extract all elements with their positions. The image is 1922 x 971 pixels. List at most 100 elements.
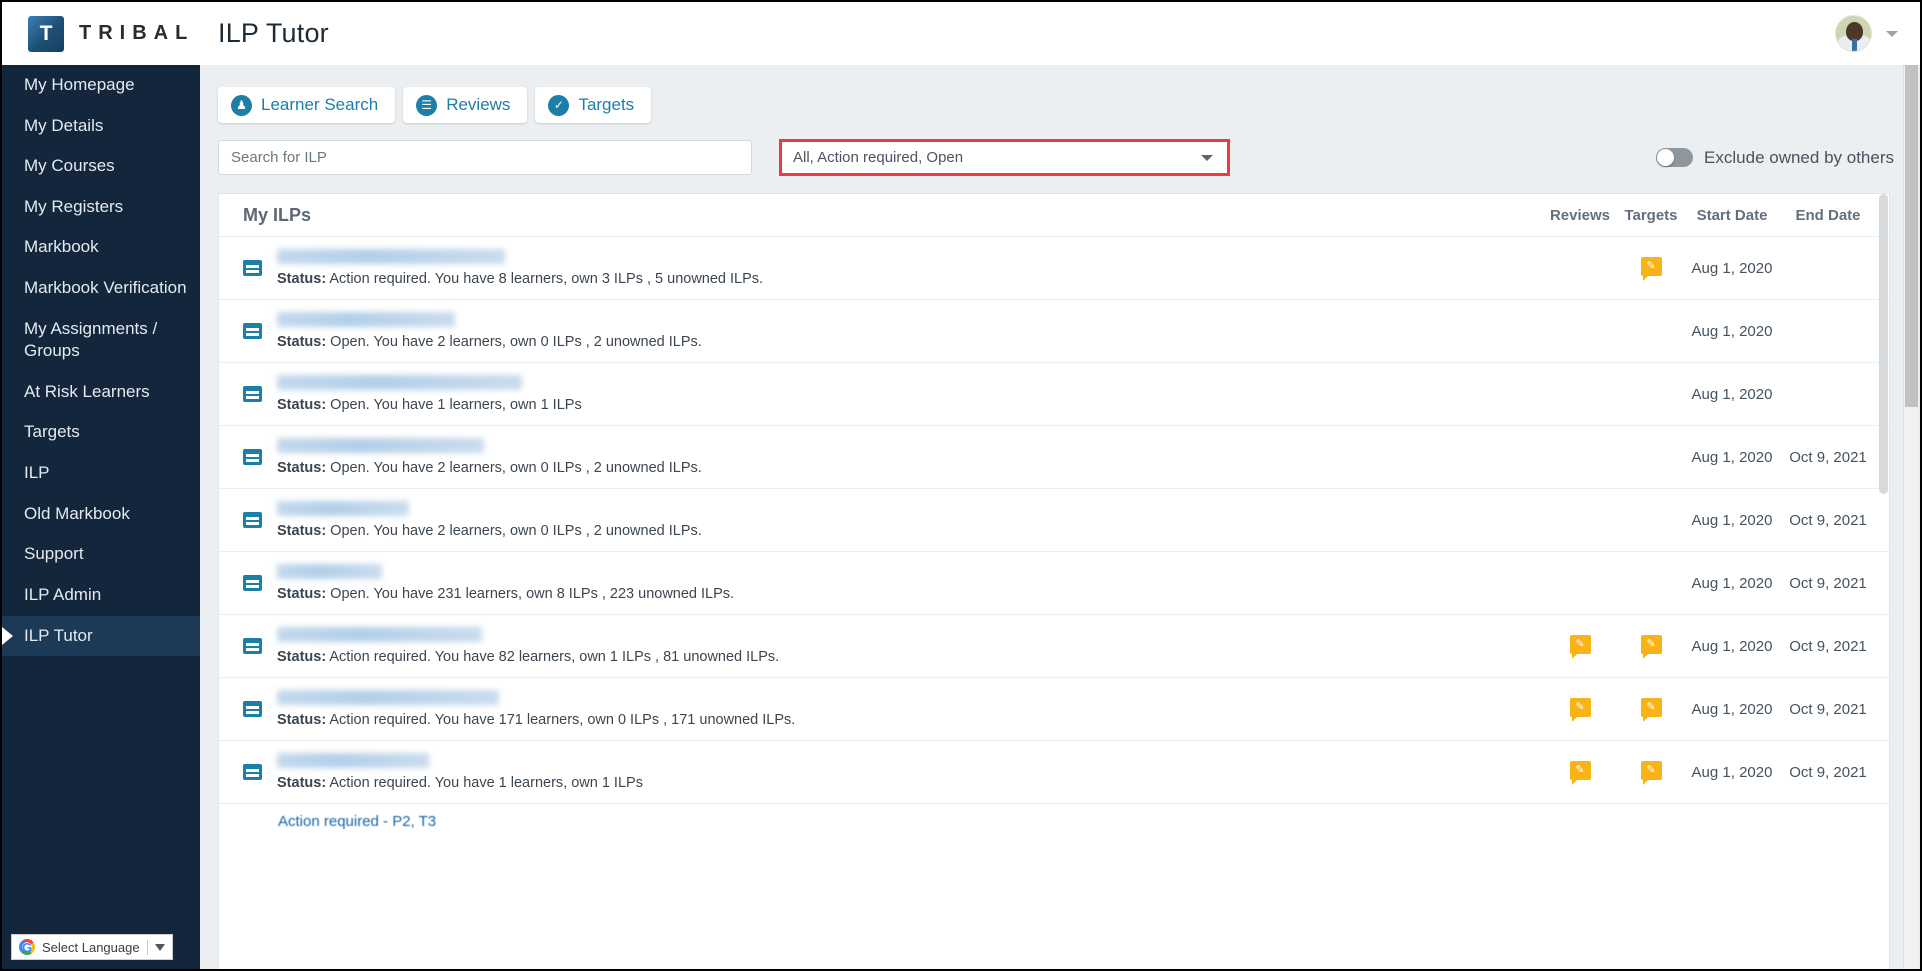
ilp-title-link[interactable] — [277, 312, 455, 327]
sidebar-item-ilp-tutor[interactable]: ILP Tutor — [2, 615, 200, 657]
pencil-icon: ✎ — [1575, 700, 1585, 713]
ilp-row-main: Status: Open. You have 1 learners, own 1… — [277, 375, 1543, 413]
ilp-row-main: Status: Open. You have 2 learners, own 0… — [277, 438, 1543, 476]
table-row[interactable]: Status: Action required. You have 82 lea… — [219, 614, 1889, 677]
page-scrollbar-thumb[interactable] — [1905, 65, 1918, 407]
review-cell[interactable]: ✎ — [1543, 760, 1617, 785]
start-date-cell: Aug 1, 2020 — [1691, 322, 1773, 340]
review-cell[interactable]: ✎ — [1543, 634, 1617, 659]
person-icon: ♟ — [231, 94, 252, 116]
table-row-partial[interactable]: Action required - P2, T3 — [219, 803, 1889, 833]
ilp-title-link[interactable] — [277, 501, 409, 516]
tab-reviews[interactable]: ☰ Reviews — [403, 87, 528, 123]
table-row[interactable]: Status: Action required. You have 171 le… — [219, 677, 1889, 740]
sidebar-item-markbook-verification[interactable]: Markbook Verification — [2, 268, 200, 309]
ilp-title-link[interactable] — [277, 564, 382, 579]
end-date-cell: Oct 9, 2021 — [1789, 448, 1867, 466]
target-edit-icon[interactable]: ✎ — [1640, 634, 1662, 659]
ilp-row-main: Status: Action required. You have 8 lear… — [277, 249, 1543, 287]
ilp-title-link[interactable] — [277, 753, 429, 768]
tab-targets[interactable]: ✓ Targets — [535, 87, 652, 123]
exclude-owned-toggle-group[interactable]: Exclude owned by others — [1656, 148, 1894, 168]
language-selector[interactable]: Select Language — [11, 934, 173, 960]
ilp-title-link[interactable] — [277, 627, 482, 642]
sidebar-item-label: Support — [24, 544, 84, 564]
ilp-status-text: Status: Action required. You have 82 lea… — [277, 649, 1543, 665]
ilp-status-value: Open. You have 2 learners, own 0 ILPs , … — [326, 334, 702, 350]
ilp-status-text: Status: Open. You have 2 learners, own 0… — [277, 460, 1543, 476]
target-cell[interactable]: ✎ — [1617, 256, 1685, 281]
exclude-owned-toggle[interactable] — [1656, 148, 1694, 167]
sidebar-item-label: ILP — [24, 463, 50, 483]
ilp-status-label: Status: — [277, 460, 327, 476]
sidebar-item-label: My Details — [24, 115, 104, 135]
search-input[interactable] — [218, 140, 752, 175]
sidebar-item-my-homepage[interactable]: My Homepage — [2, 65, 200, 106]
end-date-cell: Oct 9, 2021 — [1789, 763, 1867, 781]
ilp-status-text: Status: Open. You have 1 learners, own 1… — [277, 397, 1543, 413]
table-row[interactable]: Status: Open. You have 231 learners, own… — [219, 551, 1889, 614]
sidebar-item-at-risk-learners[interactable]: At Risk Learners — [2, 372, 200, 413]
table-row[interactable]: Status: Open. You have 2 learners, own 0… — [219, 488, 1889, 551]
sidebar-item-my-assignments-groups[interactable]: My Assignments / Groups — [2, 309, 200, 372]
ilp-row-main: Status: Open. You have 2 learners, own 0… — [277, 501, 1543, 539]
review-edit-icon[interactable]: ✎ — [1569, 760, 1591, 785]
target-edit-icon[interactable]: ✎ — [1640, 760, 1662, 785]
ilp-card-icon — [243, 638, 262, 654]
sidebar-item-ilp-admin[interactable]: ILP Admin — [2, 575, 200, 616]
table-row[interactable]: Status: Action required. You have 1 lear… — [219, 740, 1889, 803]
sidebar-item-label: Markbook — [24, 237, 99, 257]
triangle-down-icon[interactable] — [154, 943, 165, 951]
ilp-title-link[interactable] — [277, 375, 522, 390]
sidebar-item-targets[interactable]: Targets — [2, 412, 200, 453]
ilp-status-label: Status: — [277, 271, 327, 287]
ilp-title-link[interactable] — [277, 438, 484, 453]
page-title: ILP Tutor — [218, 18, 329, 48]
target-cell[interactable]: ✎ — [1617, 697, 1685, 722]
column-header-start-date: Start Date — [1696, 206, 1768, 224]
table-row[interactable]: Status: Open. You have 2 learners, own 0… — [219, 299, 1889, 362]
review-edit-icon[interactable]: ✎ — [1569, 634, 1591, 659]
ilp-status-text: Status: Open. You have 231 learners, own… — [277, 586, 1543, 602]
table-row[interactable]: Status: Open. You have 2 learners, own 0… — [219, 425, 1889, 488]
sidebar-item-support[interactable]: Support — [2, 534, 200, 575]
table-row[interactable]: Status: Action required. You have 8 lear… — [219, 236, 1889, 299]
ilp-row-main: Status: Open. You have 2 learners, own 0… — [277, 312, 1543, 350]
ilp-title-link[interactable] — [277, 249, 505, 264]
sidebar-item-my-courses[interactable]: My Courses — [2, 146, 200, 187]
tab-learner-search[interactable]: ♟ Learner Search — [218, 87, 396, 123]
target-edit-icon[interactable]: ✎ — [1640, 256, 1662, 281]
ilp-status-label: Status: — [277, 397, 327, 413]
table-row[interactable]: Status: Open. You have 1 learners, own 1… — [219, 362, 1889, 425]
page-scrollbar[interactable] — [1903, 65, 1918, 969]
sidebar-item-ilp[interactable]: ILP — [2, 453, 200, 494]
tab-bar: ♟ Learner Search ☰ Reviews ✓ Targets — [200, 65, 1920, 123]
ilp-card-icon — [243, 449, 262, 465]
end-date-cell: Oct 9, 2021 — [1789, 700, 1867, 718]
sidebar-item-label: Targets — [24, 422, 80, 442]
status-filter-select[interactable]: All, Action required, Open — [779, 139, 1230, 176]
card-scrollbar-thumb[interactable] — [1879, 194, 1888, 494]
pencil-icon: ✎ — [1646, 637, 1656, 650]
ilp-title-link[interactable] — [277, 690, 499, 705]
chevron-down-icon[interactable] — [1886, 30, 1898, 37]
account-area[interactable] — [1835, 15, 1920, 52]
ilp-status-value: Action required. You have 171 learners, … — [326, 712, 796, 728]
card-scrollbar[interactable] — [1879, 194, 1888, 969]
brand-logo[interactable]: T TRIBAL — [2, 2, 200, 65]
sidebar-item-my-details[interactable]: My Details — [2, 106, 200, 147]
sidebar-item-my-registers[interactable]: My Registers — [2, 187, 200, 228]
chevron-down-icon[interactable] — [1201, 154, 1213, 161]
toggle-knob — [1657, 149, 1675, 166]
target-edit-icon[interactable]: ✎ — [1640, 697, 1662, 722]
ilp-title-link[interactable]: Action required - P2, T3 — [278, 813, 436, 830]
sidebar-item-old-markbook[interactable]: Old Markbook — [2, 494, 200, 535]
top-bar: T TRIBAL ILP Tutor — [2, 2, 1920, 65]
target-cell[interactable]: ✎ — [1617, 634, 1685, 659]
ilp-list-header: My ILPs Reviews Targets Start Date End D… — [219, 194, 1889, 236]
review-cell[interactable]: ✎ — [1543, 697, 1617, 722]
avatar[interactable] — [1835, 15, 1872, 52]
sidebar-item-markbook[interactable]: Markbook — [2, 227, 200, 268]
review-edit-icon[interactable]: ✎ — [1569, 697, 1591, 722]
target-cell[interactable]: ✎ — [1617, 760, 1685, 785]
